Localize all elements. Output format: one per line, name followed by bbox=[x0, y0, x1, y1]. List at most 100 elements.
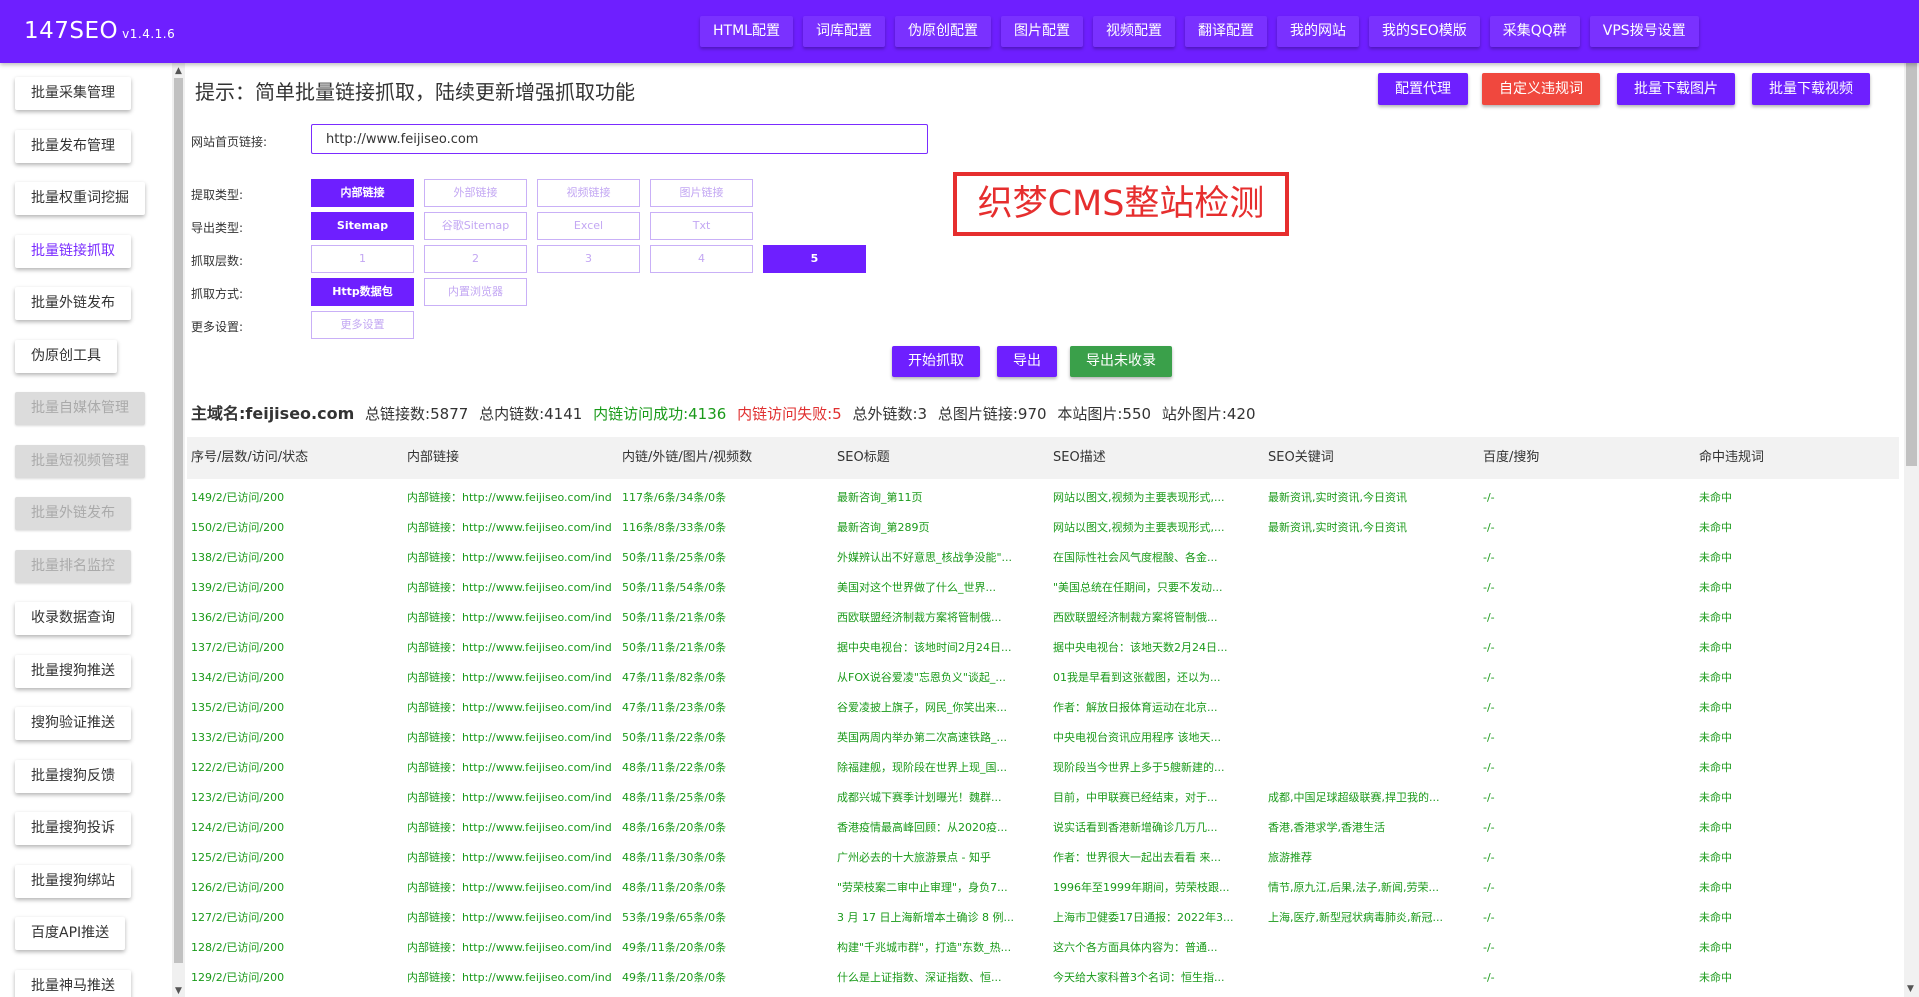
stat-external: 总外链数:3 bbox=[852, 405, 928, 423]
nav-item[interactable]: 翻译配置 bbox=[1184, 16, 1267, 47]
nav-item[interactable]: 图片配置 bbox=[1000, 16, 1083, 47]
sidebar-item[interactable]: 搜狗验证推送 bbox=[15, 707, 131, 740]
column-header: 内部链接 bbox=[407, 450, 460, 465]
extract-type-option[interactable]: 内部链接 bbox=[311, 179, 414, 207]
extract-type-option[interactable]: 外部链接 bbox=[424, 179, 527, 207]
nav-item[interactable]: HTML配置 bbox=[700, 16, 793, 47]
nav-item[interactable]: 我的SEO模版 bbox=[1368, 16, 1480, 47]
more-settings-label: 更多设置: bbox=[191, 320, 244, 334]
top-action-button[interactable]: 自定义违规词 bbox=[1482, 73, 1600, 105]
nav-item[interactable]: 伪原创配置 bbox=[894, 16, 991, 47]
table-row[interactable]: 123/2/已访问/200 内部链接：http://www.feijiseo.co… bbox=[187, 779, 1899, 809]
depth-label: 抓取层数: bbox=[191, 254, 244, 268]
sidebar-item[interactable]: 批量外链发布 bbox=[15, 287, 131, 320]
stat-fail: 内链访问失败:5 bbox=[737, 405, 842, 423]
top-action-button[interactable]: 批量下载视频 bbox=[1752, 73, 1870, 105]
table-row[interactable]: 134/2/已访问/200 内部链接：http://www.feijiseo.co… bbox=[187, 659, 1899, 689]
table-row[interactable]: 138/2/已访问/200 内部链接：http://www.feijiseo.co… bbox=[187, 539, 1899, 569]
action-button[interactable]: 导出未收录 bbox=[1070, 346, 1172, 377]
export-type-option[interactable]: Txt bbox=[650, 212, 753, 240]
table-row[interactable]: 129/2/已访问/200 内部链接：http://www.feijiseo.co… bbox=[187, 959, 1899, 989]
table-row[interactable]: 126/2/已访问/200 内部链接：http://www.feijiseo.co… bbox=[187, 869, 1899, 899]
table-header: 序号/层数/访问/状态 内部链接 内链/外链/图片/视频数 SEO标题 SEO描述 SEO… bbox=[187, 437, 1899, 479]
stat-images: 总图片链接:970 bbox=[937, 405, 1047, 423]
page-scroll-down-icon[interactable]: ▼ bbox=[1907, 984, 1914, 994]
nav-item[interactable]: VPS拨号设置 bbox=[1589, 16, 1699, 47]
table-cell: 129/2/已访问/200 bbox=[191, 971, 285, 984]
table-row[interactable]: 149/2/已访问/200 内部链接：http://www.feijiseo.co… bbox=[187, 479, 1899, 509]
nav-item[interactable]: 视频配置 bbox=[1092, 16, 1175, 47]
table-row[interactable]: 137/2/已访问/200 内部链接：http://www.feijiseo.co… bbox=[187, 629, 1899, 659]
sidebar-item[interactable]: 批量神马推送 bbox=[15, 969, 131, 997]
depth-option[interactable]: 1 bbox=[311, 245, 414, 273]
overlay-annotation: 织梦CMS整站检测 bbox=[953, 172, 1289, 236]
stat-ok: 内链访问成功:4136 bbox=[593, 405, 727, 423]
table-row[interactable]: 127/2/已访问/200 内部链接：http://www.feijiseo.co… bbox=[187, 899, 1899, 929]
sidebar-item[interactable]: 收录数据查询 bbox=[15, 602, 131, 635]
sidebar-scroll-down-icon[interactable]: ▼ bbox=[175, 986, 182, 996]
export-type-option[interactable]: Excel bbox=[537, 212, 640, 240]
sidebar-item[interactable]: 批量搜狗绑站 bbox=[15, 864, 131, 898]
action-button[interactable]: 导出 bbox=[997, 346, 1057, 377]
depth-option[interactable]: 5 bbox=[763, 245, 866, 273]
page-scrollbar-thumb[interactable] bbox=[1906, 4, 1917, 466]
sidebar-item[interactable]: 批量搜狗推送 bbox=[15, 654, 131, 688]
column-header: 内链/外链/图片/视频数 bbox=[622, 450, 753, 465]
table-row[interactable]: 128/2/已访问/200 内部链接：http://www.feijiseo.co… bbox=[187, 929, 1899, 959]
table-row[interactable]: 135/2/已访问/200 内部链接：http://www.feijiseo.co… bbox=[187, 689, 1899, 719]
sidebar-item[interactable]: 批量链接抓取 bbox=[15, 234, 131, 268]
table-cell: -/- bbox=[1483, 971, 1495, 984]
stat-local-images: 本站图片:550 bbox=[1057, 405, 1152, 423]
more-settings-button[interactable]: 更多设置 bbox=[311, 311, 414, 339]
sidebar: 批量采集管理 批量发布管理 批量权重词挖掘 批量链接抓取 批量外链发布 伪原创工具 批量自媒… bbox=[0, 63, 172, 997]
sidebar-item: 批量短视频管理 bbox=[15, 444, 145, 478]
column-header: SEO关键词 bbox=[1268, 450, 1334, 465]
table-row[interactable]: 150/2/已访问/200 内部链接：http://www.feijiseo.co… bbox=[187, 509, 1899, 539]
table-row[interactable]: 136/2/已访问/200 内部链接：http://www.feijiseo.co… bbox=[187, 599, 1899, 629]
sidebar-item[interactable]: 批量搜狗投诉 bbox=[15, 812, 131, 845]
column-header: 百度/搜狗 bbox=[1483, 450, 1540, 465]
extract-type-label: 提取类型: bbox=[191, 188, 244, 202]
table-cell: 49条/11条/20条/0条 bbox=[622, 971, 727, 984]
export-type-option[interactable]: Sitemap bbox=[311, 212, 414, 240]
sidebar-item[interactable]: 批量发布管理 bbox=[15, 129, 131, 163]
method-option[interactable]: 内置浏览器 bbox=[424, 278, 527, 306]
top-action-button[interactable]: 批量下载图片 bbox=[1617, 73, 1735, 105]
column-header: SEO描述 bbox=[1053, 450, 1106, 465]
table-row[interactable]: 124/2/已访问/200 内部链接：http://www.feijiseo.co… bbox=[187, 809, 1899, 839]
top-action-button[interactable]: 配置代理 bbox=[1378, 73, 1468, 105]
action-button[interactable]: 开始抓取 bbox=[892, 346, 980, 377]
sidebar-item[interactable]: 批量搜狗反馈 bbox=[15, 759, 131, 793]
sidebar-item[interactable]: 批量采集管理 bbox=[15, 77, 131, 110]
method-option[interactable]: Http数据包 bbox=[311, 278, 414, 306]
table-row[interactable]: 125/2/已访问/200 内部链接：http://www.feijiseo.co… bbox=[187, 839, 1899, 869]
stats-bar: 主域名:feijiseo.com 总链接数:5877 总内链数:4141 内链访… bbox=[191, 400, 1262, 424]
app-brand: 147SEO v1.4.1.6 bbox=[24, 18, 175, 44]
sidebar-item[interactable]: 伪原创工具 bbox=[15, 339, 117, 373]
table-row[interactable]: 122/2/已访问/200 内部链接：http://www.feijiseo.co… bbox=[187, 749, 1899, 779]
sidebar-scroll-up-icon[interactable]: ▲ bbox=[175, 66, 182, 76]
extract-type-option[interactable]: 图片链接 bbox=[650, 179, 753, 207]
sidebar-item[interactable]: 百度API推送 bbox=[15, 917, 126, 950]
table-row[interactable]: 139/2/已访问/200 内部链接：http://www.feijiseo.co… bbox=[187, 569, 1899, 599]
export-type-option[interactable]: 谷歌Sitemap bbox=[424, 212, 527, 240]
nav-item[interactable]: 采集QQ群 bbox=[1489, 16, 1580, 47]
table-cell: 今天给大家科普3个名词：恒生指... bbox=[1053, 971, 1225, 984]
nav-item[interactable]: 词库配置 bbox=[802, 16, 885, 47]
depth-option[interactable]: 3 bbox=[537, 245, 640, 273]
export-type-label: 导出类型: bbox=[191, 221, 244, 235]
nav-item[interactable]: 我的网站 bbox=[1276, 16, 1359, 47]
sidebar-item: 批量外链发布 bbox=[15, 497, 131, 530]
url-label: 网站首页链接: bbox=[191, 135, 268, 149]
sidebar-scrollbar-thumb[interactable] bbox=[174, 78, 183, 963]
column-header: 序号/层数/访问/状态 bbox=[191, 450, 309, 465]
depth-option[interactable]: 2 bbox=[424, 245, 527, 273]
tip-text: 提示：简单批量链接抓取，陆续更新增强抓取功能 bbox=[195, 80, 635, 104]
sidebar-item[interactable]: 批量权重词挖掘 bbox=[15, 182, 145, 215]
main-nav: HTML配置 词库配置 伪原创配置 图片配置 视频配置 翻译配置 我的网站 我的SEO模版 采集… bbox=[700, 16, 1699, 47]
app-version: v1.4.1.6 bbox=[122, 27, 176, 41]
extract-type-option[interactable]: 视频链接 bbox=[537, 179, 640, 207]
depth-option[interactable]: 4 bbox=[650, 245, 753, 273]
table-row[interactable]: 133/2/已访问/200 内部链接：http://www.feijiseo.co… bbox=[187, 719, 1899, 749]
site-url-input[interactable] bbox=[311, 124, 928, 154]
